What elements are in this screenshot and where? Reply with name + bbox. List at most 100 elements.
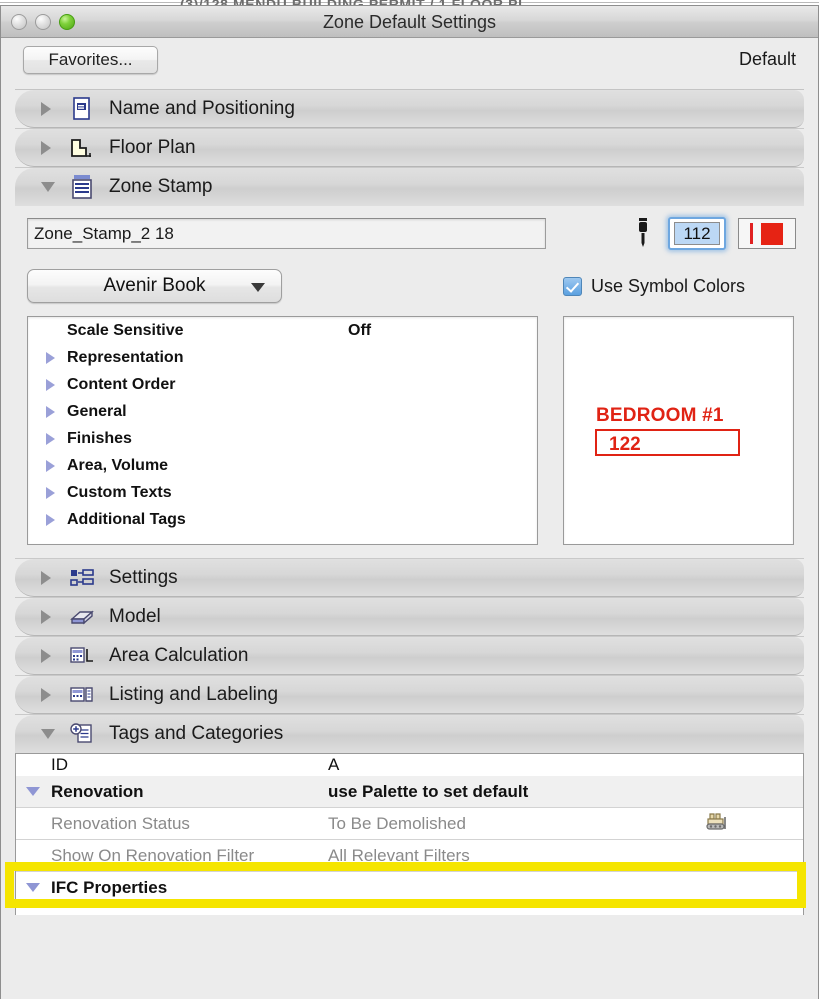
font-select-value: Avenir Book	[103, 275, 206, 296]
list-item[interactable]: Area, Volume	[28, 452, 537, 479]
section-header-listing-and-labeling[interactable]: Listing and Labeling	[15, 676, 804, 714]
default-label: Default	[738, 49, 796, 69]
parameter-name: Scale Sensitive	[67, 321, 184, 339]
table-row[interactable]: Show On Renovation Filter All Relevant F…	[16, 840, 803, 872]
parameter-name: Content Order	[67, 375, 176, 393]
disclosure-triangle-icon	[46, 325, 55, 337]
pen-number-field[interactable]: 112	[668, 217, 726, 250]
disclosure-triangle-icon[interactable]	[46, 405, 55, 418]
row-name: IFC Properties	[51, 877, 168, 897]
disclosure-triangle-icon[interactable]	[46, 486, 55, 499]
section-header-tags-and-categories[interactable]: Tags and Categories	[15, 715, 804, 753]
parameter-name: General	[67, 402, 127, 420]
demolish-bulldozer-icon	[703, 811, 731, 833]
table-row[interactable]: Renovation Status To Be Demolished	[16, 808, 803, 840]
listing-labeling-icon	[67, 680, 97, 710]
parameter-name: Representation	[67, 348, 184, 366]
disclosure-triangle-expanded-icon[interactable]	[26, 787, 40, 796]
pen-number-value: 112	[674, 222, 720, 245]
section-label: Zone Stamp	[109, 176, 213, 197]
disclosure-triangle-icon[interactable]	[46, 459, 55, 472]
list-item[interactable]: Scale Sensitive Off	[28, 317, 537, 344]
tags-properties-table[interactable]: ID A Renovation use Palette to set defau…	[15, 753, 804, 915]
list-item[interactable]: Content Order	[28, 371, 537, 398]
parameter-name: Finishes	[67, 429, 132, 447]
row-name: Show On Renovation Filter	[51, 845, 255, 865]
section-header-zone-stamp[interactable]: Zone Stamp	[15, 168, 804, 206]
parameter-list[interactable]: Scale Sensitive Off Representation Conte…	[27, 316, 538, 545]
font-select[interactable]: Avenir Book	[27, 269, 282, 303]
zone-stamp-name-field[interactable]: Zone_Stamp_2 18	[27, 218, 546, 249]
window-title: Zone Default Settings	[322, 12, 497, 32]
zone-default-settings-window: (3)/128 MENDU BUILDING PERMIT / 1 FLOOR …	[0, 0, 819, 999]
zone-stamp-preview: BEDROOM #1 122	[563, 316, 794, 545]
toolbar: Favorites... Default	[1, 38, 818, 90]
table-row-partial[interactable]	[16, 904, 803, 915]
disclosure-triangle-icon[interactable]	[46, 351, 55, 364]
section-label: Area Calculation	[109, 644, 249, 666]
disclosure-triangle-expanded-icon[interactable]	[26, 883, 40, 892]
favorites-button[interactable]: Favorites...	[23, 46, 158, 74]
disclosure-triangle-collapsed-icon[interactable]	[41, 101, 67, 116]
list-item[interactable]: Custom Texts	[28, 479, 537, 506]
section-header-floor-plan[interactable]: Floor Plan	[15, 129, 804, 167]
preview-zone-number-box: 122	[595, 429, 740, 456]
section-label: Model	[109, 605, 161, 627]
row-name: Renovation	[51, 781, 144, 801]
model-icon	[67, 602, 97, 632]
section-header-name-and-positioning[interactable]: Name and Positioning	[15, 90, 804, 128]
list-item[interactable]: Representation	[28, 344, 537, 371]
column-header-id: ID	[51, 755, 68, 774]
dialog-window: Zone Default Settings Favorites... Defau…	[0, 5, 819, 999]
zone-stamp-panel: Zone_Stamp_2 18 112 Avenir Book Use Symb…	[15, 206, 804, 558]
disclosure-triangle-icon[interactable]	[46, 432, 55, 445]
row-name: Renovation Status	[51, 813, 190, 833]
disclosure-triangle-icon[interactable]	[46, 378, 55, 391]
use-symbol-colors-checkbox[interactable]: Use Symbol Colors	[563, 276, 745, 297]
disclosure-triangle-icon[interactable]	[46, 513, 55, 526]
area-calculation-icon	[67, 641, 97, 671]
preview-zone-number: 122	[609, 434, 641, 455]
parameter-value: Off	[348, 321, 372, 339]
section-label: Tags and Categories	[109, 723, 284, 744]
table-row[interactable]: Renovation use Palette to set default	[16, 776, 803, 808]
section-header-area-calculation[interactable]: Area Calculation	[15, 637, 804, 675]
row-value: All Relevant Filters	[328, 845, 470, 865]
section-header-settings[interactable]: Settings	[15, 559, 804, 597]
section-label: Settings	[109, 566, 178, 588]
disclosure-triangle-collapsed-icon[interactable]	[41, 648, 67, 663]
row-value: To Be Demolished	[328, 813, 466, 833]
row-value: use Palette to set default	[328, 781, 529, 801]
list-item[interactable]: Finishes	[28, 425, 537, 452]
section-label: Name and Positioning	[109, 97, 295, 119]
name-positioning-icon	[67, 94, 97, 124]
disclosure-triangle-collapsed-icon[interactable]	[41, 570, 67, 585]
floor-plan-icon	[67, 133, 97, 163]
checkbox-icon[interactable]	[563, 277, 582, 296]
use-symbol-colors-label: Use Symbol Colors	[591, 276, 746, 296]
swatch-fill-color	[761, 222, 783, 245]
list-item[interactable]: Additional Tags	[28, 506, 537, 533]
parameter-name: Area, Volume	[67, 456, 169, 474]
zone-stamp-color-swatch[interactable]	[738, 218, 796, 249]
section-label: Listing and Labeling	[109, 683, 279, 705]
disclosure-triangle-collapsed-icon[interactable]	[41, 609, 67, 624]
settings-icon	[67, 563, 97, 593]
zone-stamp-icon	[67, 172, 97, 202]
swatch-line-color	[750, 223, 753, 244]
section-label: Floor Plan	[109, 136, 196, 158]
disclosure-triangle-expanded-icon[interactable]	[41, 729, 67, 739]
parameter-name: Custom Texts	[67, 483, 172, 501]
table-row[interactable]: IFC Properties	[16, 872, 803, 904]
chevron-down-icon	[251, 283, 265, 292]
zone-stamp-panels: Scale Sensitive Off Representation Conte…	[27, 316, 794, 545]
title-bar: Zone Default Settings	[1, 6, 818, 38]
table-header-row: ID A	[16, 754, 803, 776]
disclosure-triangle-collapsed-icon[interactable]	[41, 687, 67, 702]
section-header-model[interactable]: Model	[15, 598, 804, 636]
disclosure-triangle-collapsed-icon[interactable]	[41, 140, 67, 155]
list-item[interactable]: General	[28, 398, 537, 425]
preview-zone-name: BEDROOM #1	[596, 405, 724, 426]
disclosure-triangle-expanded-icon[interactable]	[41, 182, 67, 192]
pen-icon[interactable]	[628, 216, 658, 250]
